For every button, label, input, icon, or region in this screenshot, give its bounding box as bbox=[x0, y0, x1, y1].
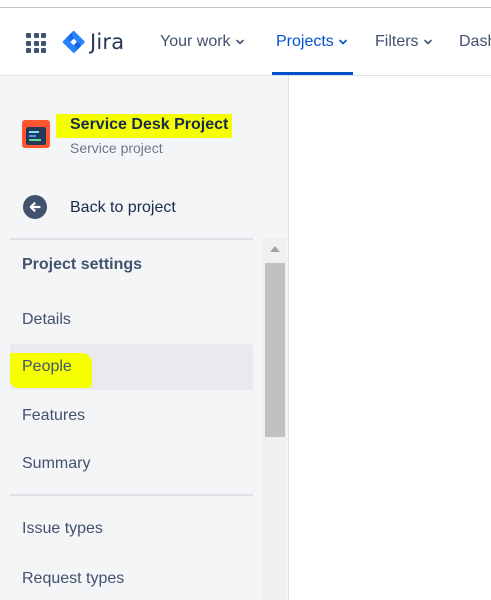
nav-dashboards[interactable]: Dash bbox=[459, 33, 491, 51]
sidebar-item-label: Issue types bbox=[22, 520, 103, 537]
main-content bbox=[290, 76, 491, 600]
jira-logo-icon bbox=[62, 30, 85, 54]
sidebar-item-label: Summary bbox=[22, 455, 91, 472]
nav-filters[interactable]: Filters bbox=[375, 33, 433, 51]
nav-filters-label: Filters bbox=[375, 33, 419, 50]
window-top-edge bbox=[0, 0, 491, 8]
nav-dashboards-label: Dash bbox=[459, 33, 491, 50]
arrow-left-circle-icon bbox=[23, 195, 47, 219]
project-type: Service project bbox=[70, 140, 163, 156]
chevron-down-icon bbox=[338, 39, 347, 45]
jira-logo[interactable]: Jira bbox=[62, 30, 124, 54]
sidebar-item-label: People bbox=[22, 358, 72, 375]
sidebar-item-details[interactable]: Details bbox=[10, 297, 253, 343]
sidebar-divider bbox=[10, 494, 253, 496]
app-switcher-grid-icon[interactable] bbox=[26, 33, 46, 53]
back-to-project-label: Back to project bbox=[70, 199, 176, 216]
service-desk-project-icon bbox=[22, 120, 50, 148]
sidebar-item-summary[interactable]: Summary bbox=[10, 441, 253, 487]
logo-text: Jira bbox=[90, 30, 125, 54]
scroll-up-arrow-icon[interactable] bbox=[270, 246, 280, 252]
sidebar-divider bbox=[10, 238, 253, 240]
chevron-down-icon bbox=[423, 39, 432, 45]
nav-your-work-label: Your work bbox=[160, 33, 231, 50]
sidebar-item-features[interactable]: Features bbox=[10, 393, 253, 439]
nav-active-indicator bbox=[272, 72, 353, 75]
sidebar-item-label: Details bbox=[22, 311, 71, 328]
nav-projects-label: Projects bbox=[276, 33, 334, 50]
project-name[interactable]: Service Desk Project bbox=[56, 114, 233, 138]
nav-your-work[interactable]: Your work bbox=[160, 33, 245, 51]
scrollbar-thumb[interactable] bbox=[265, 263, 285, 437]
back-to-project-link[interactable]: Back to project bbox=[22, 194, 176, 220]
nav-projects[interactable]: Projects bbox=[276, 33, 348, 51]
project-settings-heading: Project settings bbox=[22, 256, 143, 273]
sidebar-item-label: Request types bbox=[22, 570, 125, 587]
sidebar-item-request-types[interactable]: Request types bbox=[10, 556, 253, 600]
chevron-down-icon bbox=[235, 39, 244, 45]
project-sidebar: Service Desk Project Service project Bac… bbox=[0, 76, 289, 600]
top-navigation: Jira Your work Projects Filters Dash bbox=[0, 9, 491, 76]
sidebar-scrollbar[interactable] bbox=[263, 238, 287, 600]
sidebar-item-people[interactable]: People bbox=[10, 344, 253, 390]
sidebar-item-issue-types[interactable]: Issue types bbox=[10, 506, 253, 552]
sidebar-item-label: Features bbox=[22, 407, 86, 424]
